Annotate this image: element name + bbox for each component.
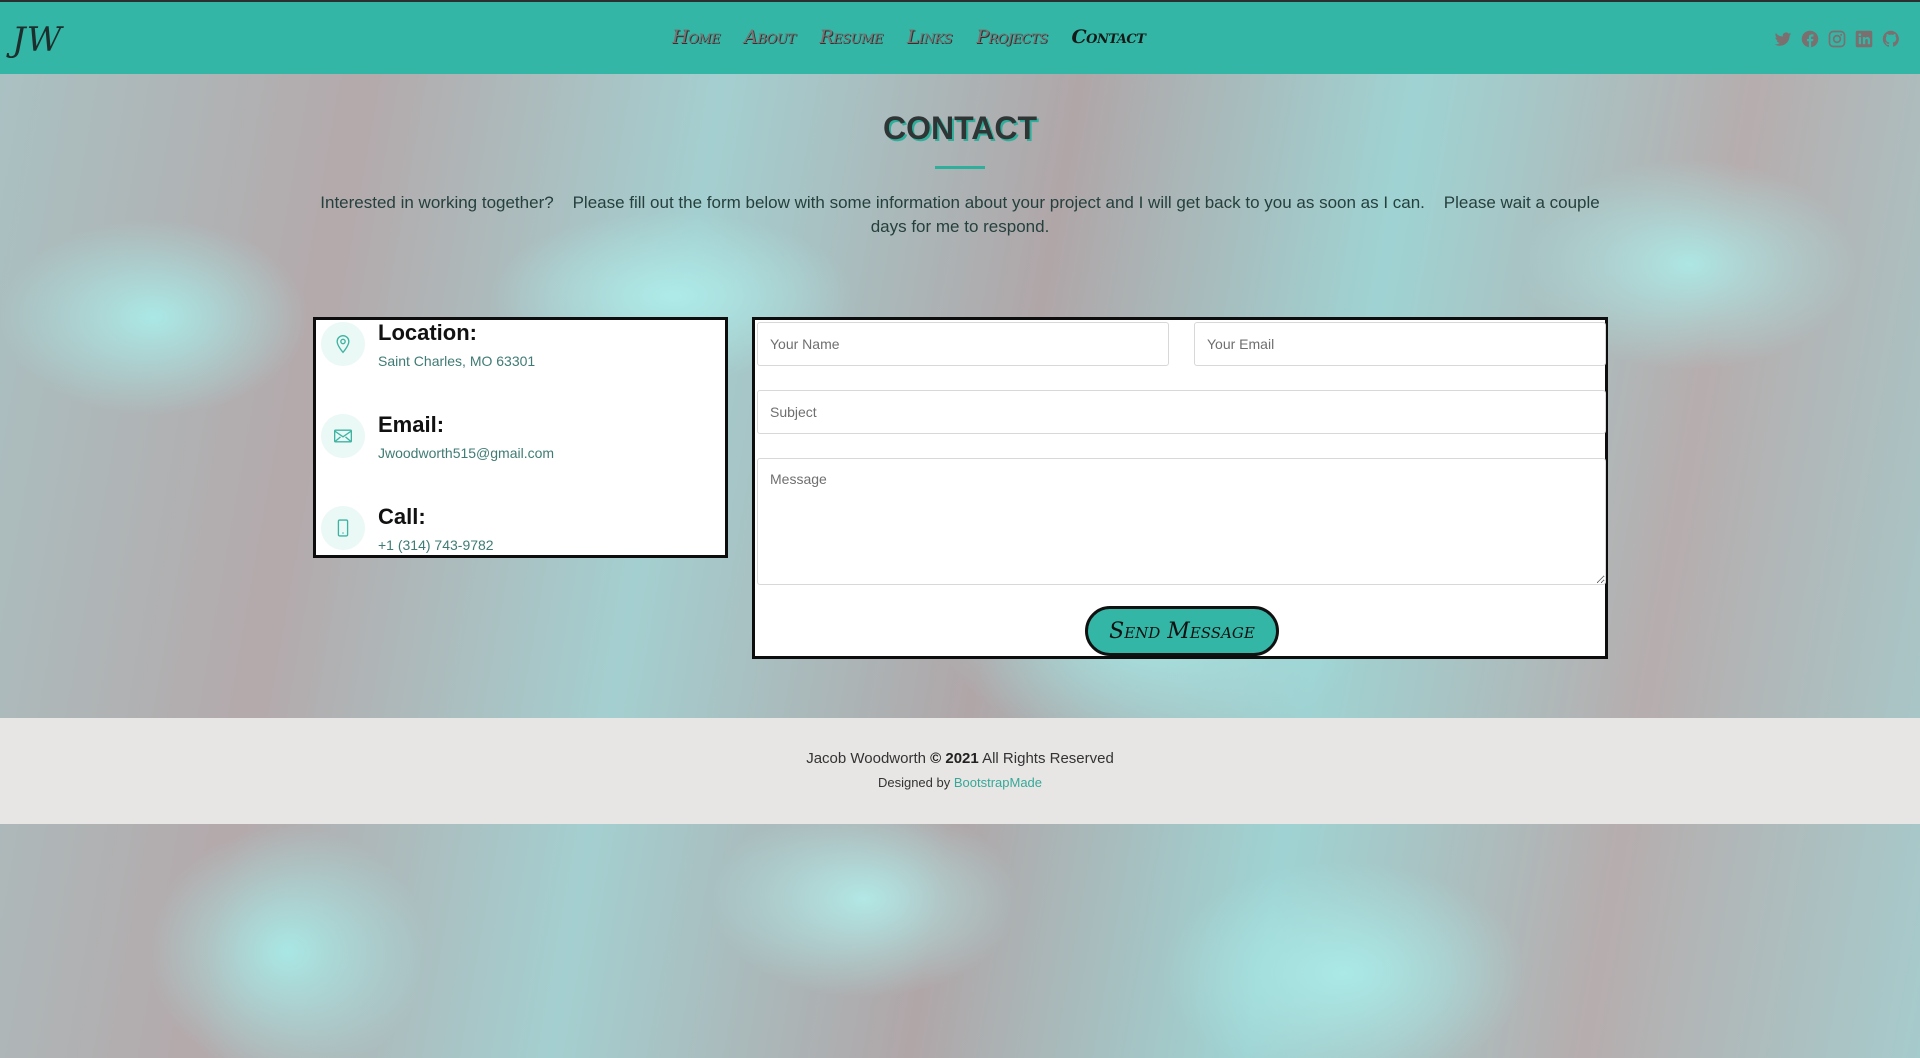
copyright-owner: Jacob Woodworth: [806, 750, 926, 767]
location-value: Saint Charles, MO 63301: [378, 353, 536, 369]
copyright-rights: All Rights Reserved: [982, 750, 1114, 767]
designer-link[interactable]: BootstrapMade: [954, 775, 1042, 790]
intro-text: Interested in working together? Please f…: [320, 193, 1605, 236]
phone-icon: [321, 506, 365, 550]
send-message-button[interactable]: Send Message: [1085, 606, 1279, 656]
contact-form: Send Message: [752, 317, 1608, 659]
nav-contact[interactable]: Contact: [1072, 26, 1146, 48]
envelope-icon: [321, 414, 365, 458]
nav-home[interactable]: Home: [672, 26, 721, 48]
email-label: Email:: [378, 412, 445, 437]
nav-links[interactable]: Links: [907, 26, 953, 48]
email-value[interactable]: Jwoodworth515@gmail.com: [378, 445, 554, 461]
page-title: CONTACT: [882, 110, 1038, 146]
name-input[interactable]: [757, 322, 1169, 366]
call-label: Call:: [378, 504, 426, 529]
credits-line: Designed by BootstrapMade: [0, 775, 1920, 790]
instagram-icon[interactable]: [1828, 30, 1846, 48]
nav-projects[interactable]: Projects: [976, 26, 1048, 48]
email-input[interactable]: [1194, 322, 1606, 366]
call-value[interactable]: +1 (314) 743-9782: [378, 537, 494, 553]
site-header: JW Home About Resume Links Projects Cont…: [0, 0, 1920, 74]
site-footer: Jacob Woodworth © 2021 All Rights Reserv…: [0, 718, 1920, 824]
copyright-year: © 2021: [930, 750, 979, 767]
location-label: Location:: [378, 320, 477, 345]
nav-about[interactable]: About: [744, 26, 796, 48]
linkedin-icon[interactable]: [1855, 30, 1873, 48]
contact-info-box: Location: Saint Charles, MO 63301 Email:…: [313, 317, 728, 558]
subject-input[interactable]: [757, 390, 1606, 434]
social-links: [1774, 30, 1900, 48]
main-nav: Home About Resume Links Projects Contact: [672, 26, 1169, 48]
nav-resume[interactable]: Resume: [819, 26, 883, 48]
logo[interactable]: JW: [12, 20, 63, 60]
facebook-icon[interactable]: [1801, 30, 1819, 48]
message-textarea[interactable]: [757, 458, 1606, 585]
title-underline: [935, 166, 985, 169]
map-pin-icon: [321, 322, 365, 366]
copyright-line: Jacob Woodworth © 2021 All Rights Reserv…: [0, 750, 1920, 767]
designed-by-label: Designed by: [877, 775, 951, 790]
github-icon[interactable]: [1882, 30, 1900, 48]
twitter-icon[interactable]: [1774, 30, 1792, 48]
